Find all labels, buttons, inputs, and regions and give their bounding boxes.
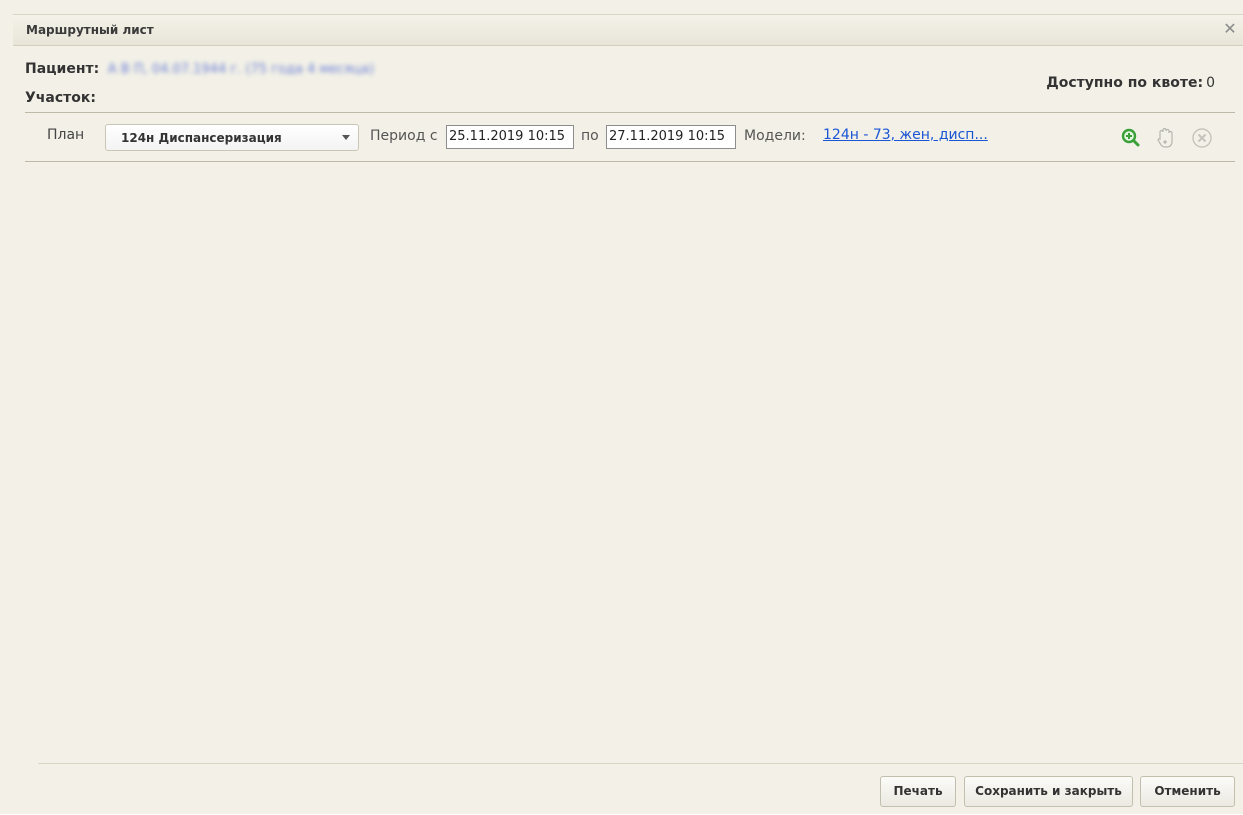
patient-row: Пациент: А В П, 04.07.1944 г. (75 года 4… xyxy=(25,61,374,77)
plan-select[interactable]: 124н Диспансеризация xyxy=(105,124,359,151)
zoom-in-icon[interactable] xyxy=(1118,125,1144,151)
quota-indicator: Доступно по квоте: 0 xyxy=(1046,75,1215,91)
chevron-down-icon xyxy=(342,135,350,140)
dialog-title: Маршрутный лист xyxy=(26,23,154,37)
period-from-label: Период с xyxy=(370,128,438,144)
uchastok-row: Участок: xyxy=(25,87,96,106)
models-link[interactable]: 124н - 73, жен, дисп... xyxy=(823,127,988,143)
uchastok-label: Участок: xyxy=(25,90,96,106)
close-icon[interactable]: ✕ xyxy=(1221,19,1239,39)
patient-label: Пациент: xyxy=(25,61,100,77)
plan-label: План xyxy=(47,127,85,143)
date-from-input[interactable]: 25.11.2019 10:15 xyxy=(446,125,574,149)
hand-icon[interactable] xyxy=(1153,125,1179,151)
divider xyxy=(25,161,1235,162)
patient-value: А В П, 04.07.1944 г. (75 года 4 месяца) xyxy=(107,62,375,77)
date-to-input[interactable]: 27.11.2019 10:15 xyxy=(606,125,736,149)
print-button[interactable]: Печать xyxy=(880,776,956,807)
plan-select-value: 124н Диспансеризация xyxy=(121,131,282,145)
divider xyxy=(25,112,1235,113)
save-close-button[interactable]: Сохранить и закрыть xyxy=(964,776,1133,807)
cancel-button[interactable]: Отменить xyxy=(1140,776,1235,807)
plan-toolbar: План 124н Диспансеризация Период с 25.11… xyxy=(25,117,1235,157)
period-to-label: по xyxy=(581,128,599,144)
quota-value: 0 xyxy=(1206,75,1215,91)
remove-icon[interactable] xyxy=(1189,125,1215,151)
dialog-titlebar: Маршрутный лист ✕ xyxy=(13,14,1243,46)
dialog-body: Пациент: А В П, 04.07.1944 г. (75 года 4… xyxy=(13,47,1243,764)
route-sheet-dialog: Маршрутный лист ✕ Пациент: А В П, 04.07.… xyxy=(0,0,1243,814)
quota-label: Доступно по квоте: xyxy=(1046,75,1204,91)
models-label: Модели: xyxy=(744,128,806,144)
dialog-footer: Печать Сохранить и закрыть Отменить xyxy=(38,763,1243,815)
